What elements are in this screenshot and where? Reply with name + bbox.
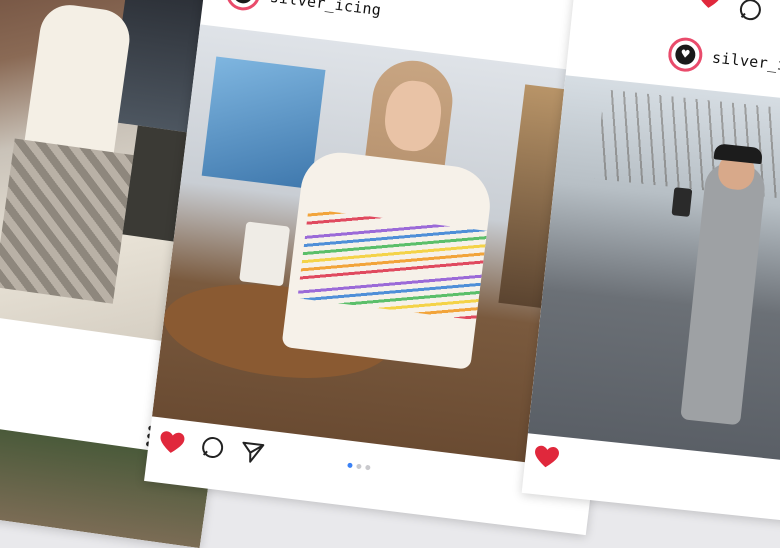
coffee-cup bbox=[671, 187, 693, 217]
post-photo-right[interactable] bbox=[527, 75, 780, 465]
coffee-cup bbox=[239, 221, 291, 287]
person-scarf bbox=[0, 138, 134, 304]
carousel-dots bbox=[347, 462, 371, 471]
username-label[interactable]: silver_icing bbox=[711, 48, 780, 78]
like-heart-icon[interactable] bbox=[695, 0, 724, 15]
comment-icon[interactable] bbox=[737, 0, 764, 27]
like-heart-icon[interactable] bbox=[157, 430, 186, 461]
comment-icon[interactable] bbox=[199, 435, 226, 466]
avatar[interactable]: ♥ bbox=[224, 0, 263, 13]
avatar[interactable]: ♥ bbox=[666, 35, 705, 74]
heart-logo-icon: ♥ bbox=[679, 47, 691, 62]
person-rainbow-sweater bbox=[281, 148, 495, 370]
like-heart-icon[interactable] bbox=[532, 444, 561, 475]
username-label[interactable]: silver_icing bbox=[269, 0, 382, 19]
person-grey-coat bbox=[680, 160, 768, 426]
share-icon[interactable] bbox=[238, 439, 265, 470]
